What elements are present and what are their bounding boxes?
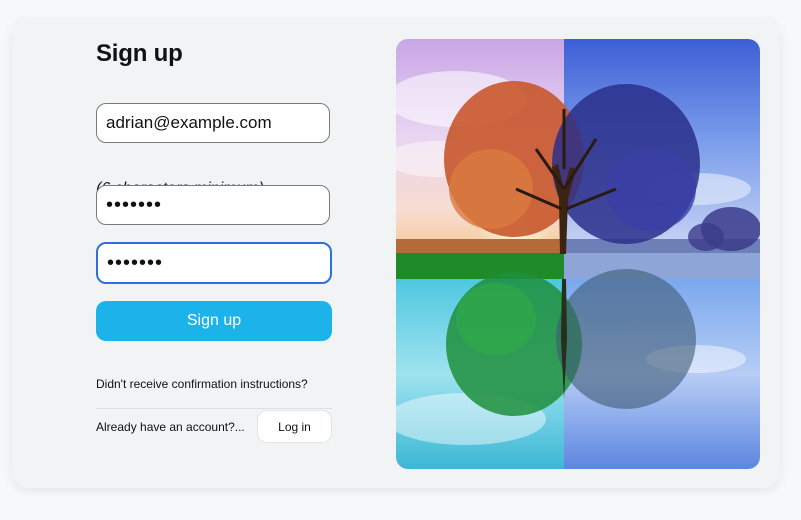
password-field[interactable] bbox=[96, 185, 330, 225]
signup-button[interactable]: Sign up bbox=[96, 301, 332, 341]
password-confirmation-field[interactable] bbox=[96, 242, 332, 284]
signup-card: Sign up (6 characters minimum) Sign up D… bbox=[12, 18, 780, 488]
page-title: Sign up bbox=[96, 40, 183, 67]
login-prompt: Already have an account?... bbox=[96, 420, 245, 434]
email-field[interactable] bbox=[96, 103, 330, 143]
login-row: Already have an account?... Log in bbox=[96, 410, 332, 444]
divider bbox=[96, 408, 332, 409]
hero-image bbox=[396, 39, 760, 469]
login-button[interactable]: Log in bbox=[257, 410, 332, 443]
confirmation-instructions-link[interactable]: Didn't receive confirmation instructions… bbox=[96, 377, 308, 391]
